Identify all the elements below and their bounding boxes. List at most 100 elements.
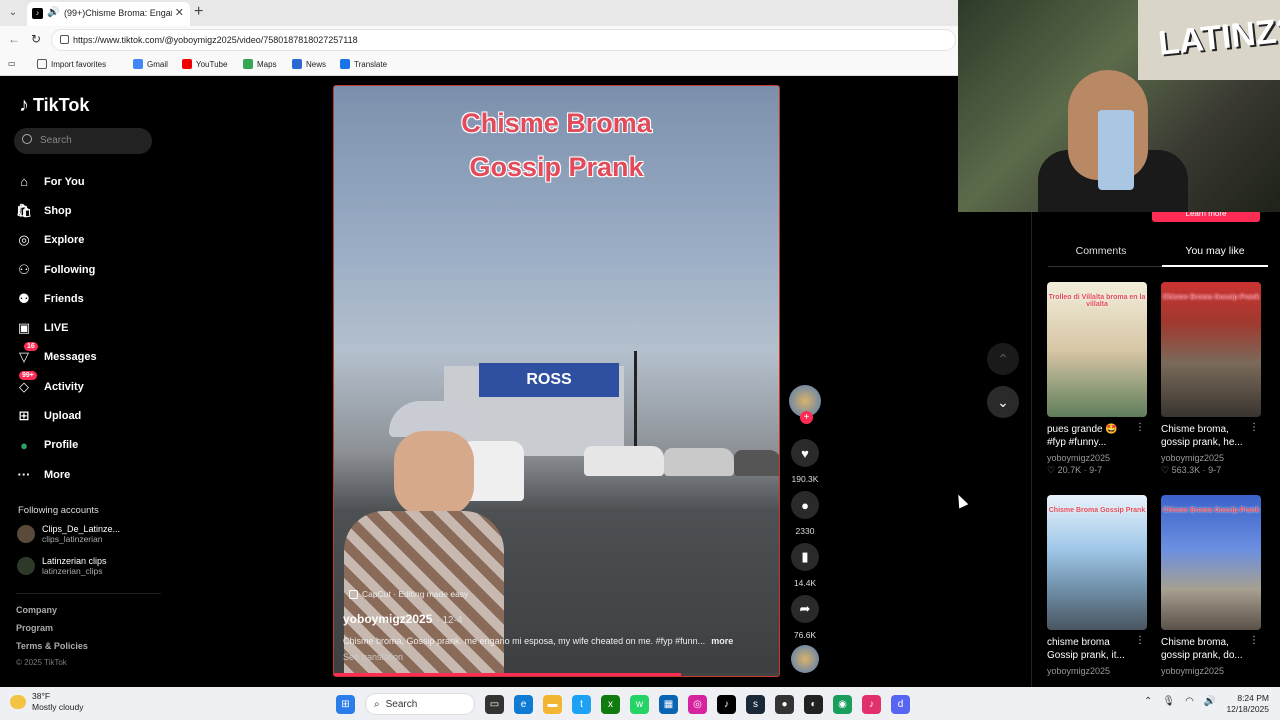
nav-item-activity[interactable]: ◇ 99+ Activity bbox=[16, 371, 97, 401]
app-icon[interactable]: ◐ bbox=[804, 694, 823, 714]
video-title-line1: Chisme Broma bbox=[461, 108, 652, 138]
tab-you-may-like[interactable]: You may like bbox=[1162, 245, 1268, 267]
footer-company[interactable]: Company bbox=[16, 605, 57, 615]
more-options-icon[interactable]: ⋮ bbox=[1135, 422, 1145, 433]
learn-more-button[interactable]: Learn more bbox=[1152, 212, 1260, 222]
save-button[interactable]: ▮ bbox=[791, 543, 819, 571]
nav-item-following[interactable]: ⚇ Following bbox=[16, 255, 97, 284]
tab-comments[interactable]: Comments bbox=[1048, 245, 1154, 257]
card-user[interactable]: yoboymigz2025 bbox=[1047, 666, 1147, 676]
obs-icon[interactable]: ● bbox=[775, 694, 794, 714]
store-icon[interactable]: ▦ bbox=[659, 694, 678, 714]
bookmark-translate[interactable]: Translate bbox=[340, 59, 387, 69]
previous-video-button[interactable]: ⌃ bbox=[987, 343, 1019, 375]
share-button[interactable]: ➦ bbox=[791, 595, 819, 623]
nav-item-explore[interactable]: ◎ Explore bbox=[16, 226, 97, 255]
whatsapp-icon[interactable]: w bbox=[630, 694, 649, 714]
start-icon[interactable]: ⊞ bbox=[336, 694, 355, 714]
address-bar[interactable]: https://www.tiktok.com/@yoboymigz2025/vi… bbox=[51, 29, 956, 51]
more-options-icon[interactable]: ⋮ bbox=[1135, 635, 1145, 646]
footer-terms[interactable]: Terms & Policies bbox=[16, 641, 88, 651]
video-thumbnail[interactable]: Trolleo di Villalta broma en la villalta bbox=[1047, 282, 1147, 417]
task-view-icon[interactable]: ▭ bbox=[485, 694, 504, 714]
video-thumbnail[interactable]: Chisme Broma Gossip Prank bbox=[1161, 282, 1261, 417]
close-tab-icon[interactable]: ✕ bbox=[175, 6, 184, 19]
video-thumbnail[interactable]: Chisme Broma Gossip Prank bbox=[1047, 495, 1147, 630]
back-icon[interactable]: ← bbox=[8, 32, 20, 46]
edge-icon[interactable]: e bbox=[514, 694, 533, 714]
instagram-icon[interactable]: ◎ bbox=[688, 694, 707, 714]
microphone-icon[interactable]: 🎙 bbox=[1162, 696, 1175, 707]
video-thumbnail[interactable]: Chisme Broma Gossip Prank bbox=[1161, 495, 1261, 630]
card-title[interactable]: chisme broma Gossip prank, it... bbox=[1047, 636, 1139, 662]
tab-list-button[interactable]: ⌄ bbox=[4, 3, 22, 23]
lamp-post bbox=[634, 351, 637, 456]
nav-item-for-you[interactable]: ⌂ For You bbox=[16, 167, 97, 196]
following-account[interactable]: Latinzerian clips latinzerian_clips bbox=[17, 556, 107, 576]
recommended-video-card[interactable]: Chisme Broma Gossip Prank Chisme broma, … bbox=[1161, 495, 1261, 678]
more-options-icon[interactable]: ⋮ bbox=[1249, 635, 1259, 646]
tiktok-studio-icon[interactable]: ♪ bbox=[862, 694, 881, 714]
video-author[interactable]: yoboymigz2025 · 12-4 bbox=[343, 612, 463, 626]
volume-icon[interactable]: 🔊 bbox=[1204, 696, 1216, 707]
card-title[interactable]: Chisme broma, gossip prank, do... bbox=[1161, 636, 1253, 662]
browser-tab[interactable]: ♪ 🔊 (99+)Chisme Broma: Engaño ✕ bbox=[27, 2, 190, 26]
bookmark-maps[interactable]: Maps bbox=[243, 59, 277, 69]
video-progress-bar[interactable] bbox=[334, 673, 779, 676]
file-explorer-icon[interactable]: ▬ bbox=[543, 694, 562, 714]
nav-item-shop[interactable]: 🛍 Shop bbox=[16, 196, 97, 225]
next-video-button[interactable]: ⌄ bbox=[987, 386, 1019, 418]
chrome-icon[interactable]: ◉ bbox=[833, 694, 852, 714]
steam-icon[interactable]: s bbox=[746, 694, 765, 714]
search-input[interactable]: Search bbox=[14, 128, 152, 154]
sound-disc-icon[interactable] bbox=[791, 645, 819, 673]
footer-program[interactable]: Program bbox=[16, 623, 53, 633]
xbox-icon[interactable]: x bbox=[601, 694, 620, 714]
card-user[interactable]: yoboymigz2025 bbox=[1161, 666, 1261, 676]
bookmark-youtube[interactable]: YouTube bbox=[182, 59, 227, 69]
nav-item-live[interactable]: ▣ LIVE bbox=[16, 313, 97, 342]
clock[interactable]: 8:24 PM 12/18/2025 bbox=[1223, 693, 1269, 715]
more-button[interactable]: more bbox=[711, 636, 733, 646]
card-user[interactable]: yoboymigz2025 bbox=[1047, 453, 1147, 463]
nav-item-more[interactable]: ··· More bbox=[16, 460, 97, 489]
bookmark-label: Import favorites bbox=[51, 59, 107, 69]
tiktok-logo[interactable]: ♪ TikTok bbox=[19, 94, 89, 117]
recommended-video-card[interactable]: Chisme Broma Gossip Prank Chisme broma, … bbox=[1161, 282, 1261, 476]
bookmark-import[interactable]: Import favorites bbox=[37, 59, 106, 69]
card-title[interactable]: Chisme broma, gossip prank, he... bbox=[1161, 423, 1253, 449]
tiktok-icon[interactable]: ♪ bbox=[717, 694, 736, 714]
card-title[interactable]: pues grande 🤩 #fyp #funny... bbox=[1047, 423, 1139, 449]
weather-text: Mostly cloudy bbox=[32, 702, 84, 712]
nav-item-friends[interactable]: ⚉ Friends bbox=[16, 284, 97, 313]
wifi-icon[interactable]: ◠ bbox=[1185, 696, 1194, 707]
comment-icon: ● bbox=[801, 497, 809, 513]
recommended-video-card[interactable]: Chisme Broma Gossip Prank chisme broma G… bbox=[1047, 495, 1147, 678]
nav-label: Explore bbox=[44, 234, 85, 247]
more-options-icon[interactable]: ⋮ bbox=[1249, 422, 1259, 433]
refresh-icon[interactable]: ↻ bbox=[31, 32, 41, 46]
nav-item-upload[interactable]: ⊞ Upload bbox=[16, 401, 97, 430]
following-account[interactable]: Clips_De_Latinze... clips_latinzerian bbox=[17, 524, 120, 544]
speaker-icon[interactable]: 🔊 bbox=[47, 7, 59, 18]
card-user[interactable]: yoboymigz2025 bbox=[1161, 453, 1261, 463]
comment-button[interactable]: ● bbox=[791, 491, 819, 519]
new-tab-button[interactable]: + bbox=[194, 3, 203, 21]
nav-item-profile[interactable]: ● Profile bbox=[16, 431, 97, 460]
taskbar-search[interactable]: ⌕ Search bbox=[365, 693, 475, 715]
bookmark-news[interactable]: News bbox=[292, 59, 326, 69]
see-translation-link[interactable]: See translation bbox=[343, 652, 403, 662]
nav-item-messages[interactable]: ▽ 16 Messages bbox=[16, 341, 97, 372]
bookmark-gmail[interactable]: Gmail bbox=[133, 59, 168, 69]
author-name[interactable]: yoboymigz2025 bbox=[343, 612, 432, 626]
translate-icon bbox=[340, 59, 350, 69]
chevron-up-icon[interactable]: ⌃ bbox=[1144, 696, 1152, 707]
discord-icon[interactable]: d bbox=[891, 694, 910, 714]
twitter-icon[interactable]: t bbox=[572, 694, 591, 714]
follow-plus-icon[interactable]: + bbox=[800, 411, 813, 424]
like-button[interactable]: ♥ bbox=[791, 439, 819, 467]
weather-widget[interactable]: 38°F Mostly cloudy bbox=[10, 691, 84, 713]
recommended-video-card[interactable]: Trolleo di Villalta broma en la villalta… bbox=[1047, 282, 1147, 476]
sidebar-toggle-icon[interactable]: ▭ bbox=[8, 59, 16, 68]
video-player[interactable]: Chisme Broma Gossip Prank ROSS CapCut · … bbox=[333, 85, 780, 677]
